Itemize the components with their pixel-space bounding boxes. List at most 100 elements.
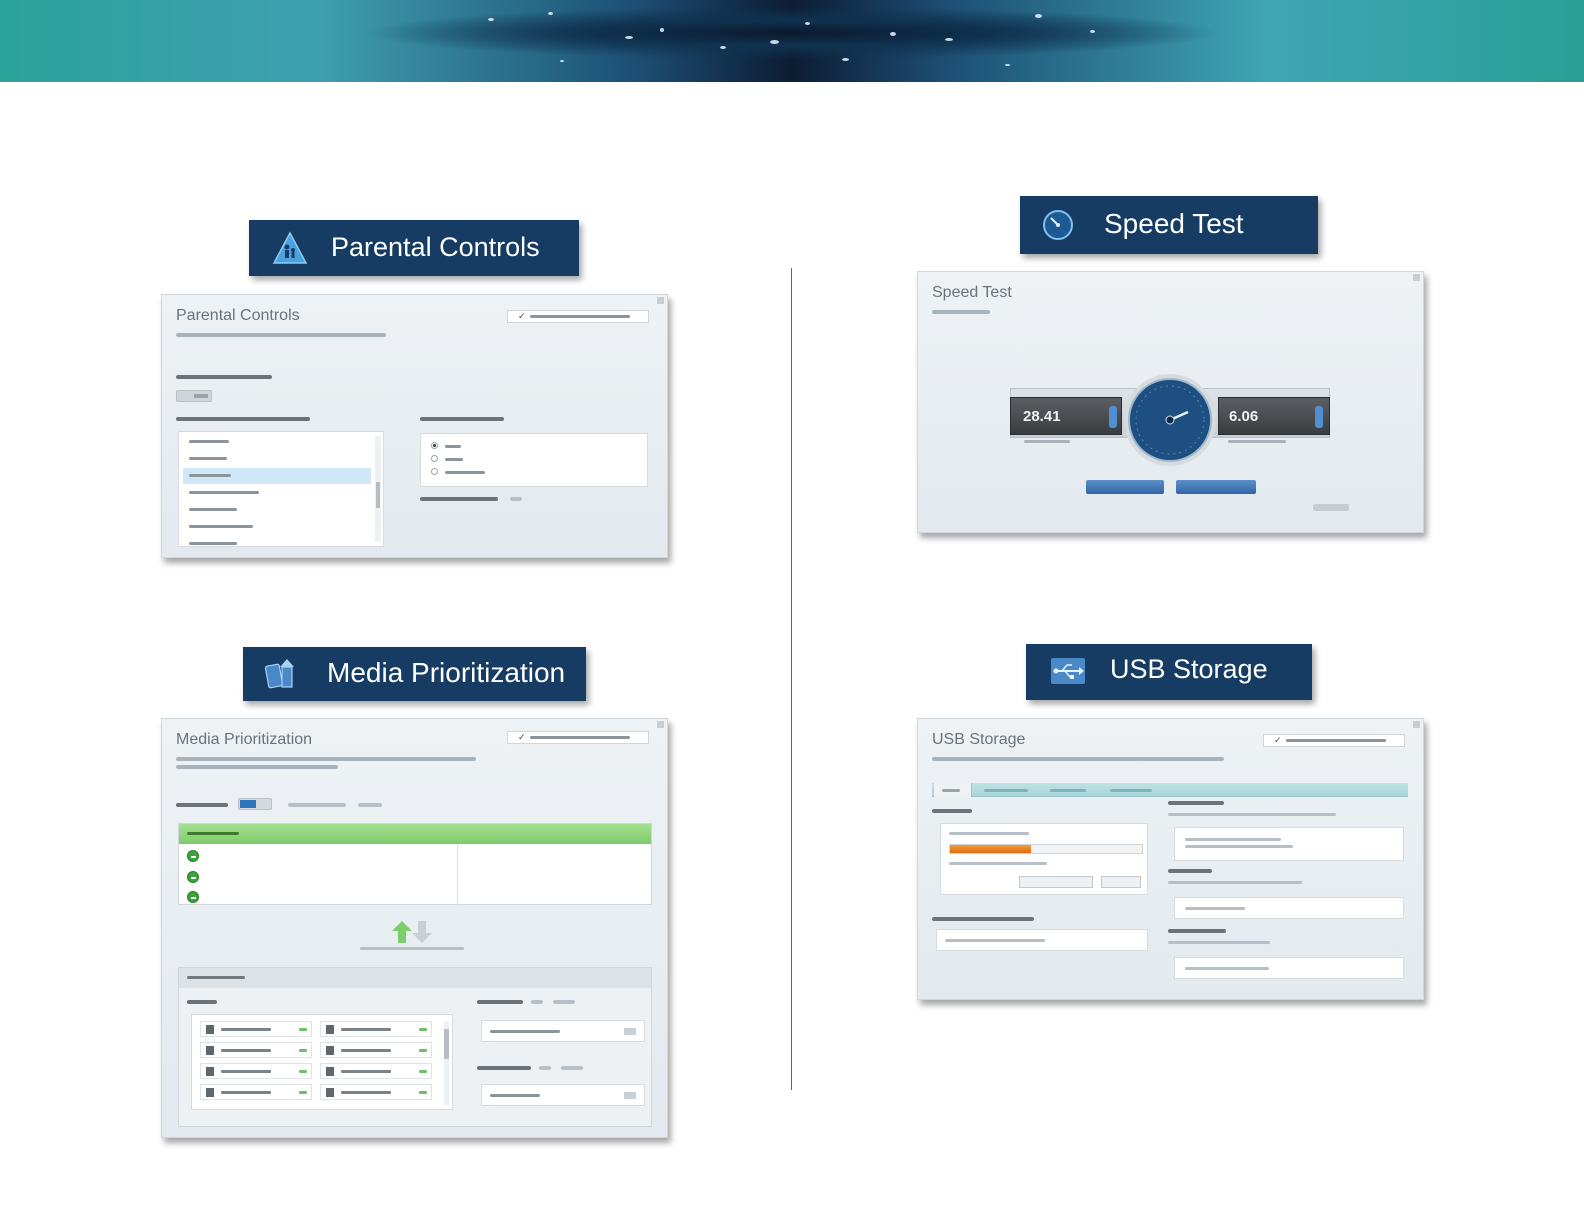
speed-test-title-tab: Speed Test — [1020, 196, 1318, 254]
usb-usage-text — [949, 862, 1047, 865]
parental-controls-tab-label: Parental Controls — [331, 232, 540, 262]
media-server-label — [1168, 929, 1226, 933]
usb-drive-label — [932, 809, 972, 813]
panel-title: Parental Controls — [176, 307, 300, 324]
applications-label — [477, 1000, 523, 1004]
secure-folder-box — [936, 929, 1148, 951]
add-device-icon[interactable] — [187, 871, 199, 883]
banner-sparkle — [1005, 64, 1010, 66]
checkmark-icon: ✓ — [518, 311, 526, 321]
restart-test-button[interactable] — [1086, 480, 1164, 494]
ftp-server-label — [1168, 869, 1212, 873]
radio-specific-times[interactable] — [431, 468, 438, 475]
close-icon[interactable] — [657, 297, 664, 304]
widget-button-text — [529, 736, 630, 739]
add-device-icon[interactable] — [187, 891, 199, 903]
edit-link[interactable] — [510, 497, 522, 501]
show-widget-button[interactable]: ✓ — [1263, 734, 1405, 747]
speedometer-icon — [1040, 208, 1076, 242]
list-item[interactable] — [183, 451, 371, 467]
column-divider — [791, 268, 792, 1090]
normal-priority-section — [178, 967, 652, 1127]
devices-label — [187, 1000, 217, 1004]
tab-media-server[interactable] — [1102, 783, 1166, 797]
ftp-server-box — [1174, 897, 1404, 919]
devices-scrollbar[interactable] — [444, 1021, 449, 1105]
list-item[interactable] — [183, 468, 371, 484]
device-list[interactable] — [178, 431, 384, 547]
select-application-dropdown[interactable] — [481, 1020, 645, 1042]
device-item[interactable] — [320, 1042, 432, 1058]
device-item[interactable] — [320, 1063, 432, 1079]
banner-sparkle — [945, 38, 953, 41]
usb-storage-title-tab: USB Storage — [1026, 644, 1312, 700]
header-banner — [0, 0, 1584, 82]
panel-description-line2 — [176, 765, 338, 769]
media-server-description — [1168, 941, 1270, 944]
list-item[interactable] — [183, 519, 371, 535]
download-speed-value: 28.41 — [1023, 408, 1061, 425]
close-icon[interactable] — [1413, 721, 1420, 728]
device-item[interactable] — [200, 1084, 312, 1100]
list-item[interactable] — [183, 502, 371, 518]
ookla-logo — [1313, 504, 1349, 511]
upload-server-info — [1228, 440, 1286, 443]
restrict-label — [176, 417, 310, 421]
applications-delete-link[interactable] — [553, 1000, 575, 1004]
safely-remove-button[interactable] — [1019, 876, 1093, 888]
dropdown-arrow-icon — [624, 1092, 636, 1099]
reset-prioritization-link[interactable] — [288, 803, 346, 807]
folder-access-label — [1168, 801, 1224, 805]
applications-edit-link[interactable] — [531, 1000, 543, 1004]
block-access-label — [420, 417, 504, 421]
radio-never[interactable] — [431, 442, 438, 449]
tab-ftp-server[interactable] — [1042, 783, 1100, 797]
banner-sparkle — [770, 40, 779, 44]
add-device-icon[interactable] — [187, 850, 199, 862]
prioritization-toggle[interactable] — [238, 798, 272, 810]
show-widget-button[interactable]: ✓ — [507, 731, 649, 744]
enable-toggle[interactable] — [176, 390, 212, 402]
prioritization-label — [176, 803, 228, 807]
panel-description — [932, 310, 990, 314]
radio-always[interactable] — [431, 455, 438, 462]
dropdown-arrow-icon — [624, 1028, 636, 1035]
list-item[interactable] — [183, 434, 371, 450]
panel-title: Speed Test — [932, 284, 1012, 301]
device-item[interactable] — [200, 1063, 312, 1079]
folder-access-description — [1168, 813, 1336, 816]
list-item[interactable] — [183, 536, 371, 552]
tab-folder-access[interactable] — [974, 783, 1040, 797]
settings-link[interactable] — [358, 803, 382, 807]
enable-label — [176, 375, 272, 379]
device-item[interactable] — [320, 1084, 432, 1100]
select-game-dropdown[interactable] — [481, 1084, 645, 1106]
show-history-button[interactable] — [1176, 480, 1256, 494]
games-delete-link[interactable] — [561, 1066, 583, 1070]
parental-controls-triangle-icon — [271, 230, 309, 266]
device-item[interactable] — [200, 1042, 312, 1058]
download-readout: 28.41 — [1010, 397, 1122, 435]
device-item[interactable] — [200, 1021, 312, 1037]
list-item[interactable] — [183, 485, 371, 501]
tab-status[interactable] — [934, 783, 972, 797]
close-icon[interactable] — [1413, 274, 1420, 281]
high-priority-divider — [457, 844, 458, 906]
games-edit-link[interactable] — [539, 1066, 551, 1070]
usb-storage-tab-label: USB Storage — [1110, 654, 1268, 684]
device-item[interactable] — [320, 1021, 432, 1037]
download-server-info — [1024, 440, 1070, 443]
show-widget-button[interactable]: ✓ — [507, 310, 649, 323]
banner-sparkle — [560, 60, 564, 62]
high-priority-header — [179, 824, 651, 844]
close-icon[interactable] — [657, 721, 664, 728]
refresh-button[interactable] — [1101, 876, 1141, 888]
usb-storage-panel: USB Storage ✓ — [917, 718, 1424, 1000]
panel-description — [176, 333, 386, 337]
ftp-server-description — [1168, 881, 1302, 884]
banner-sparkle — [805, 22, 810, 25]
list-scrollbar[interactable] — [375, 436, 381, 542]
schedule-options — [420, 433, 648, 487]
banner-sparkle — [1035, 14, 1042, 18]
banner-sparkle — [1090, 30, 1095, 33]
